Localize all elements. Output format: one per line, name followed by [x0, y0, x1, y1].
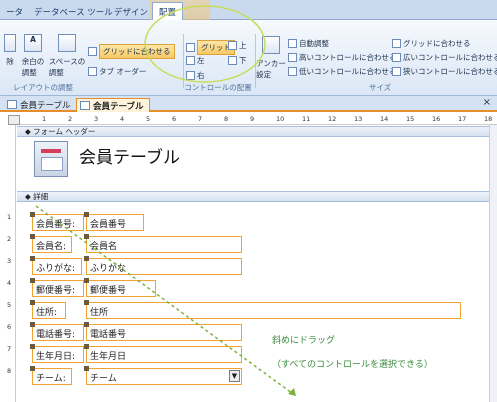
annotation-drag-text: 斜めにドラッグ [272, 336, 336, 346]
drag-path-line [35, 205, 297, 397]
annotation-select-text: （すべてのコントロールを選択できる） [272, 360, 433, 370]
drag-arrowhead-icon [288, 388, 296, 396]
drag-arrow-layer [35, 205, 297, 397]
